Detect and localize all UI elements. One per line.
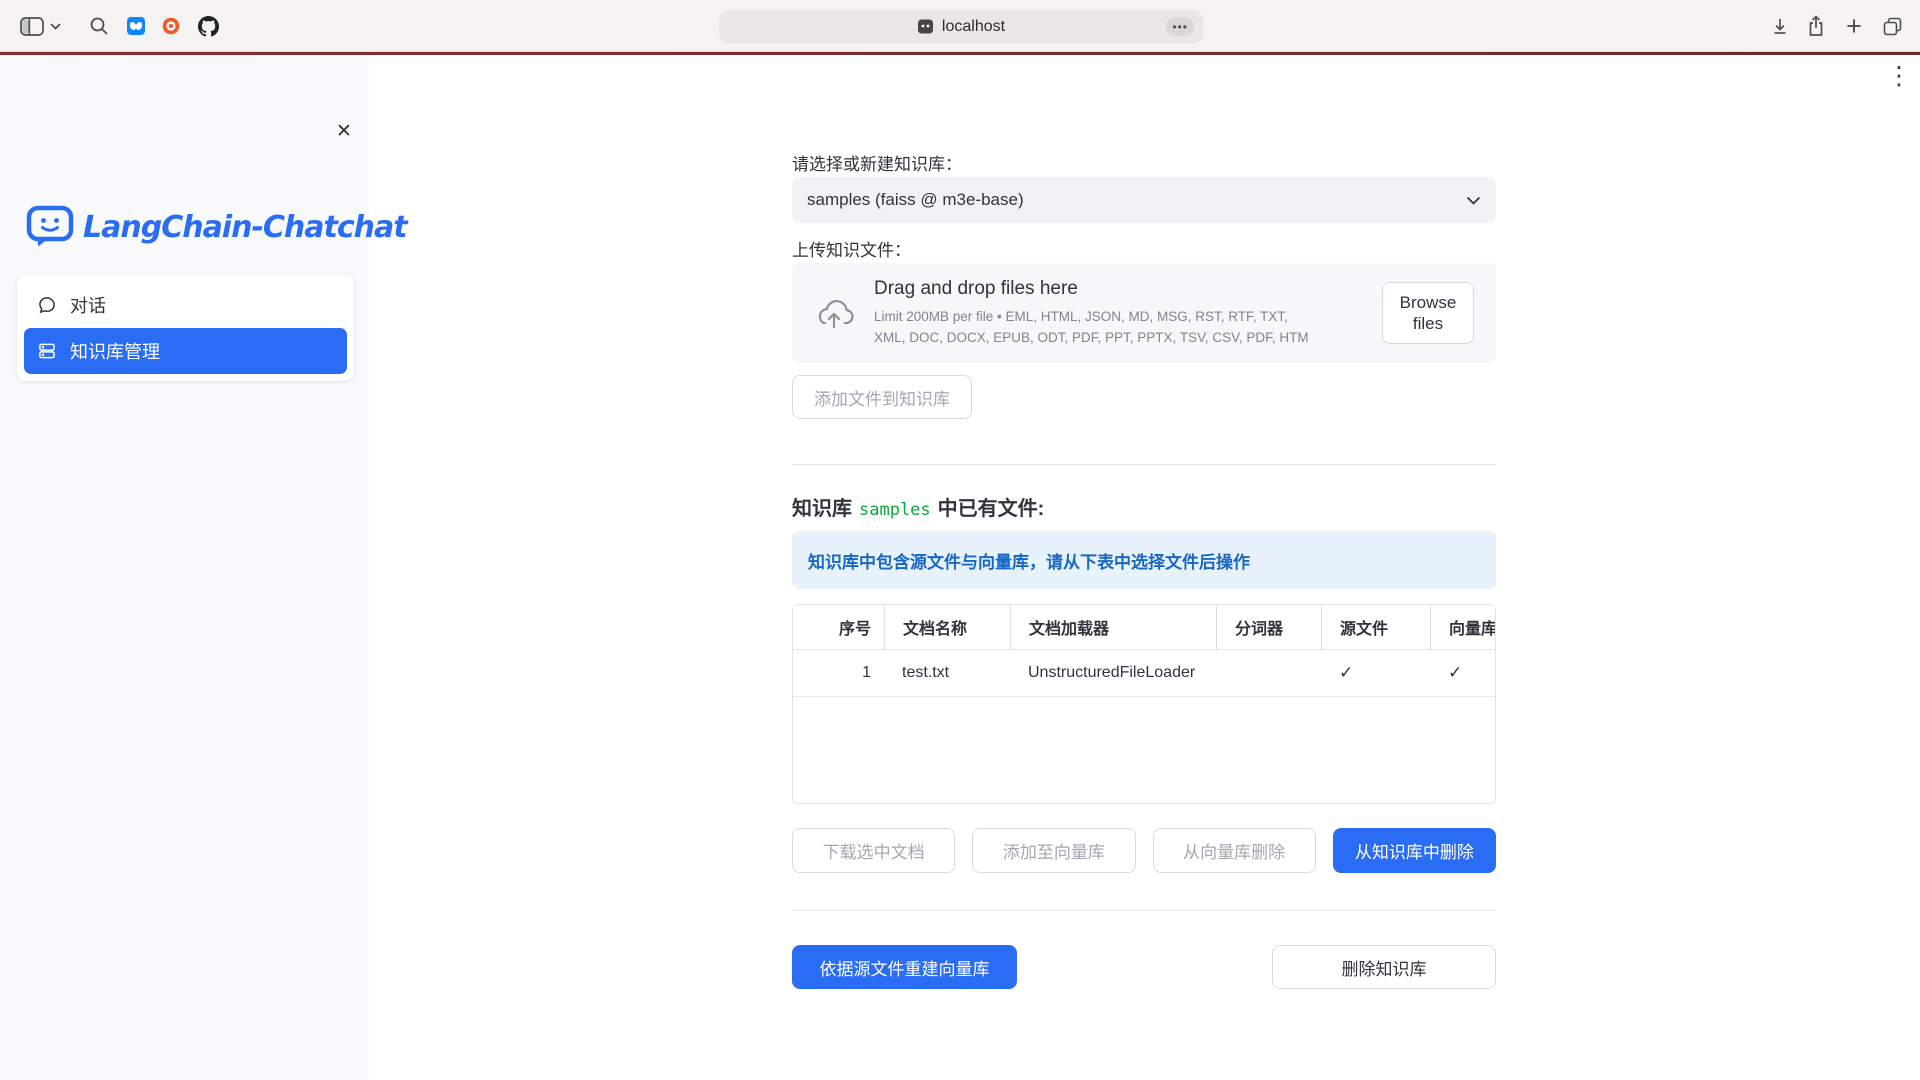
chevron-down-icon — [50, 23, 61, 30]
table-header-vector: 向量库 — [1430, 605, 1495, 649]
sidebar-item-label: 知识库管理 — [70, 338, 160, 364]
uploader-limit-text: Limit 200MB per file • EML, HTML, JSON, … — [874, 307, 1314, 348]
search-icon — [89, 16, 109, 36]
cell-source-check: ✓ — [1321, 650, 1430, 696]
add-files-to-kb-button[interactable]: 添加文件到知识库 — [792, 375, 972, 419]
sidebar-toggle-chevron[interactable] — [49, 0, 62, 52]
table-row[interactable]: 1 test.txt UnstructuredFileLoader ✓ ✓ — [793, 650, 1495, 697]
add-to-vector-store-button[interactable]: 添加至向量库 — [972, 828, 1135, 873]
tab-overview-button[interactable] — [1880, 0, 1904, 52]
kb-management-page: 请选择或新建知识库： samples (faiss @ m3e-base) 上传… — [792, 55, 1496, 1080]
kb-info-alert: 知识库中包含源文件与向量库，请从下表中选择文件后操作 — [792, 531, 1496, 589]
kb-info-text: 知识库中包含源文件与向量库，请从下表中选择文件后操作 — [808, 548, 1250, 573]
table-header-source: 源文件 — [1321, 605, 1430, 649]
cell-no: 1 — [793, 650, 884, 696]
share-button[interactable] — [1806, 0, 1826, 52]
browse-files-button[interactable]: Browse files — [1382, 282, 1474, 345]
chatchat-logo-icon — [26, 205, 74, 249]
rebuild-vector-store-button[interactable]: 依据源文件重建向量库 — [792, 945, 1017, 989]
kb-files-table: 序号 文档名称 文档加载器 分词器 源文件 向量库 1 test.txt Uns… — [792, 604, 1496, 804]
sidebar-menu: 对话 知识库管理 — [17, 275, 354, 381]
knowledge-base-icon — [37, 341, 57, 361]
sidebar-close-button[interactable]: ✕ — [330, 117, 358, 145]
share-icon — [1807, 15, 1825, 37]
sidebar-toggle-button[interactable] — [19, 0, 45, 52]
page-settings-button[interactable]: ••• — [1166, 17, 1194, 36]
cell-loader: UnstructuredFileLoader — [1010, 650, 1216, 696]
table-header-row: 序号 文档名称 文档加载器 分词器 源文件 向量库 — [793, 605, 1495, 650]
kb-select-label: 请选择或新建知识库： — [792, 150, 962, 175]
kb-heading-code: samples — [859, 500, 931, 520]
sidebar-panel-icon — [20, 17, 44, 36]
section-divider — [792, 910, 1496, 911]
cell-file-name: test.txt — [884, 650, 1010, 696]
sidebar-item-label: 对话 — [70, 292, 106, 318]
github-icon — [198, 16, 219, 37]
delete-from-vector-store-button[interactable]: 从向量库删除 — [1153, 828, 1316, 873]
close-icon: ✕ — [336, 120, 352, 143]
app-sidebar: ✕ LangChain-Chatchat 对话 知识库管理 — [0, 55, 369, 1080]
extension-target-button[interactable] — [161, 0, 181, 52]
table-header-loader: 文档加载器 — [1010, 605, 1216, 649]
app-menu-button[interactable]: ⋮ — [1886, 62, 1912, 90]
cloud-upload-icon — [814, 297, 854, 330]
kb-heading-prefix: 知识库 — [792, 492, 852, 521]
delete-kb-button[interactable]: 删除知识库 — [1272, 945, 1496, 989]
cell-splitter — [1216, 650, 1321, 696]
app-decoration-bar — [0, 52, 1920, 55]
new-tab-button[interactable]: + — [1843, 0, 1865, 52]
kb-heading-suffix: 中已有文件: — [938, 492, 1045, 521]
kb-select-value: samples (faiss @ m3e-base) — [807, 190, 1024, 210]
bluesky-extension-icon — [127, 17, 145, 35]
table-header-no: 序号 — [793, 605, 884, 649]
app-logo: LangChain-Chatchat — [26, 205, 407, 249]
file-uploader-dropzone[interactable]: Drag and drop files here Limit 200MB per… — [792, 263, 1496, 363]
address-text: localhost — [942, 18, 1005, 36]
chevron-down-icon — [1466, 196, 1481, 205]
kb-select[interactable]: samples (faiss @ m3e-base) — [792, 177, 1496, 223]
table-empty-area — [793, 697, 1495, 803]
kb-files-heading: 知识库 samples 中已有文件: — [792, 492, 1044, 521]
upload-label: 上传知识文件： — [792, 236, 911, 261]
extension-bluesky-button[interactable] — [126, 0, 146, 52]
app-logo-text: LangChain-Chatchat — [83, 210, 407, 245]
delete-from-kb-button[interactable]: 从知识库中删除 — [1333, 828, 1496, 873]
kebab-icon: ⋮ — [1887, 61, 1912, 91]
sidebar-item-kb-management[interactable]: 知识库管理 — [24, 328, 347, 374]
table-header-splitter: 分词器 — [1216, 605, 1321, 649]
sidebar-item-dialogue[interactable]: 对话 — [24, 282, 347, 328]
ellipsis-icon: ••• — [1172, 20, 1188, 34]
downloads-button[interactable] — [1769, 0, 1791, 52]
site-favicon — [917, 18, 934, 35]
tabs-icon — [1882, 16, 1903, 37]
download-icon — [1770, 16, 1790, 36]
cell-vector-check: ✓ — [1430, 650, 1495, 696]
plus-icon: + — [1846, 13, 1862, 40]
file-actions-row: 下载选中文档 添加至向量库 从向量库删除 从知识库中删除 — [792, 828, 1496, 873]
browser-search-button[interactable] — [88, 0, 110, 52]
address-bar[interactable]: localhost ••• — [719, 10, 1203, 43]
target-extension-icon — [162, 17, 180, 35]
table-header-name: 文档名称 — [884, 605, 1010, 649]
uploader-texts: Drag and drop files here Limit 200MB per… — [874, 278, 1362, 348]
chat-bubble-icon — [37, 295, 57, 315]
uploader-title: Drag and drop files here — [874, 278, 1362, 300]
section-divider — [792, 464, 1496, 465]
browser-toolbar: localhost ••• + — [0, 0, 1920, 52]
extension-github-button[interactable] — [197, 0, 220, 52]
download-selected-button[interactable]: 下载选中文档 — [792, 828, 955, 873]
